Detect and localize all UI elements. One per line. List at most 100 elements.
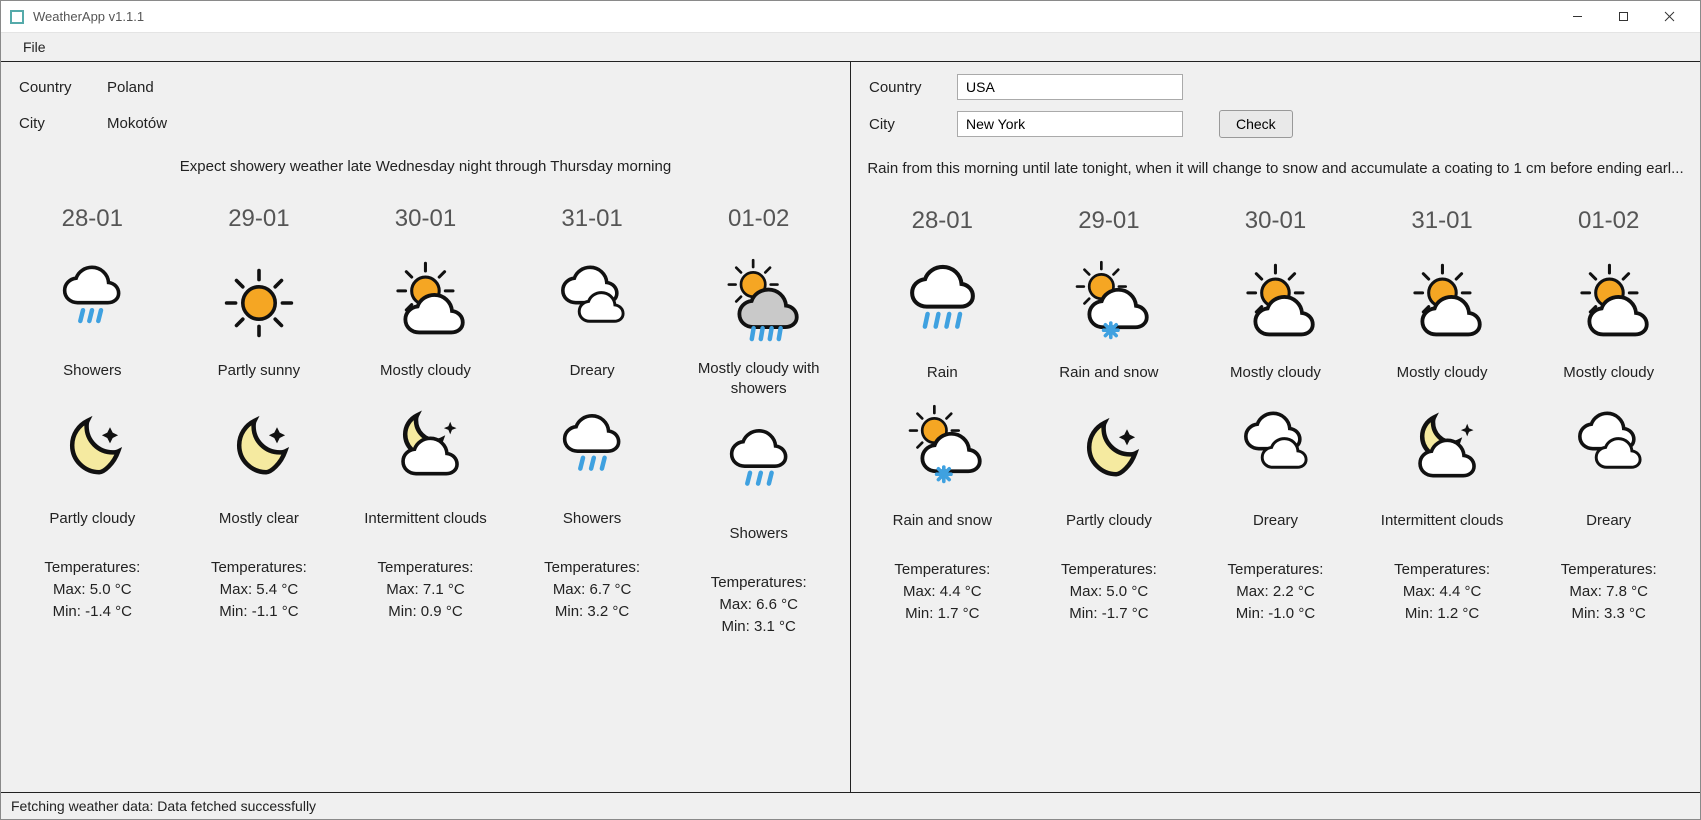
temp-min: Min: 1.2 °C <box>1394 603 1490 625</box>
moon-cloud-icon <box>380 397 470 497</box>
temps-heading: Temperatures: <box>711 572 807 594</box>
left-city-label: City <box>19 115 107 132</box>
temperatures: Temperatures:Max: 2.2 °CMin: -1.0 °C <box>1228 559 1324 624</box>
date-label: 29-01 <box>1078 207 1139 235</box>
temperatures: Temperatures:Max: 6.7 °CMin: 3.2 °C <box>544 557 640 622</box>
temps-heading: Temperatures: <box>44 557 140 579</box>
left-day-3: 31-01 Dreary Showers Temperatures:Max: 6.7 … <box>517 205 667 782</box>
partly-cloudy-icon <box>380 253 470 353</box>
temperatures: Temperatures:Max: 4.4 °CMin: 1.2 °C <box>1394 559 1490 624</box>
temperatures: Temperatures:Max: 5.4 °CMin: -1.1 °C <box>211 557 307 622</box>
temps-heading: Temperatures: <box>544 557 640 579</box>
temperatures: Temperatures:Max: 7.1 °CMin: 0.9 °C <box>378 557 474 622</box>
temps-heading: Temperatures: <box>1561 559 1657 581</box>
sun-cloud-snow-icon <box>1064 255 1154 355</box>
right-summary: Rain from this morning until late tonigh… <box>851 156 1700 187</box>
night-condition: Dreary <box>1251 499 1300 541</box>
menubar: File <box>1 33 1700 61</box>
night-condition: Intermittent clouds <box>1379 499 1506 541</box>
left-day-2: 30-01 Mostly cloudy Intermittent clouds Tem… <box>350 205 500 782</box>
temp-min: Min: -1.1 °C <box>211 601 307 623</box>
temperatures: Temperatures:Max: 7.8 °CMin: 3.3 °C <box>1561 559 1657 624</box>
temp-max: Max: 4.4 °C <box>894 581 990 603</box>
moon-clear-icon <box>1064 399 1154 499</box>
temperatures: Temperatures:Max: 5.0 °CMin: -1.7 °C <box>1061 559 1157 624</box>
left-day-0: 28-01ShowersPartly cloudyTemperatures:Ma… <box>17 205 167 782</box>
app-icon <box>9 9 25 25</box>
temp-min: Min: 3.1 °C <box>711 616 807 638</box>
temps-heading: Temperatures: <box>211 557 307 579</box>
day-condition: Mostly cloudy with showers <box>684 353 834 412</box>
date-label: 01-02 <box>728 205 789 233</box>
rain-icon <box>897 255 987 355</box>
day-condition: Rain <box>925 355 960 399</box>
right-panel: Country City Check Rain from this mornin… <box>851 62 1700 792</box>
date-label: 28-01 <box>62 205 123 233</box>
left-city-value: Mokotów <box>107 115 167 132</box>
partly-cloudy-icon <box>1397 255 1487 355</box>
temp-max: Max: 2.2 °C <box>1228 581 1324 603</box>
right-city-label: City <box>869 116 957 133</box>
day-condition: Showers <box>61 353 123 397</box>
date-label: 01-02 <box>1578 207 1639 235</box>
partly-showers-icon <box>714 253 804 353</box>
temp-min: Min: 0.9 °C <box>378 601 474 623</box>
night-condition: Intermittent clouds <box>362 497 489 539</box>
cloud-rain-icon <box>547 397 637 497</box>
menu-file[interactable]: File <box>13 35 56 59</box>
partly-cloudy-icon <box>1564 255 1654 355</box>
statusbar: Fetching weather data: Data fetched succ… <box>1 793 1700 819</box>
night-condition: Partly cloudy <box>1064 499 1154 541</box>
temp-max: Max: 7.8 °C <box>1561 581 1657 603</box>
right-day-2: 30-01 Mostly cloudy Dreary Temperatures:Max… <box>1200 207 1350 782</box>
right-day-4: 01-02Mostly cloudyDrearyTemperatures:Max… <box>1534 207 1684 782</box>
date-label: 31-01 <box>1411 207 1472 235</box>
dreary-icon <box>1230 399 1320 499</box>
left-country-label: Country <box>19 79 107 96</box>
day-condition: Rain and snow <box>1057 355 1160 399</box>
moon-clear-icon <box>214 397 304 497</box>
temp-max: Max: 6.6 °C <box>711 594 807 616</box>
night-condition: Rain and snow <box>891 499 994 541</box>
night-condition: Mostly clear <box>217 497 301 539</box>
showers-icon <box>47 253 137 353</box>
night-condition: Dreary <box>1584 499 1633 541</box>
day-condition: Mostly cloudy <box>378 353 473 397</box>
sunny-icon <box>214 253 304 353</box>
country-input[interactable] <box>957 74 1183 100</box>
date-label: 31-01 <box>561 205 622 233</box>
left-summary: Expect showery weather late Wednesday ni… <box>1 154 850 185</box>
left-day-1: 29-01 Partly sunny Mostly clear Temperature… <box>184 205 334 782</box>
temp-max: Max: 5.0 °C <box>1061 581 1157 603</box>
temps-heading: Temperatures: <box>1394 559 1490 581</box>
temp-min: Min: -1.7 °C <box>1061 603 1157 625</box>
day-condition: Dreary <box>568 353 617 397</box>
window-title: WeatherApp v1.1.1 <box>33 9 1554 24</box>
titlebar: WeatherApp v1.1.1 <box>1 1 1700 33</box>
temp-min: Min: -1.0 °C <box>1228 603 1324 625</box>
sun-cloud-snow-icon <box>897 399 987 499</box>
day-condition: Partly sunny <box>216 353 303 397</box>
date-label: 29-01 <box>228 205 289 233</box>
city-input[interactable] <box>957 111 1183 137</box>
temp-min: Min: 3.3 °C <box>1561 603 1657 625</box>
night-condition: Showers <box>561 497 623 539</box>
check-button[interactable]: Check <box>1219 110 1293 138</box>
date-label: 28-01 <box>912 207 973 235</box>
date-label: 30-01 <box>1245 207 1306 235</box>
temp-min: Min: 3.2 °C <box>544 601 640 623</box>
right-day-1: 29-01 Rain and snow Partly cloudy Temperatu… <box>1034 207 1184 782</box>
left-panel: Country Poland City Mokotów Expect showe… <box>1 62 851 792</box>
status-text: Fetching weather data: Data fetched succ… <box>11 798 316 814</box>
temperatures: Temperatures:Max: 5.0 °CMin: -1.4 °C <box>44 557 140 622</box>
right-day-0: 28-01RainRain and snowTemperatures:Max: … <box>867 207 1017 782</box>
partly-cloudy-icon <box>1230 255 1320 355</box>
temp-max: Max: 4.4 °C <box>1394 581 1490 603</box>
minimize-button[interactable] <box>1554 2 1600 32</box>
temps-heading: Temperatures: <box>1228 559 1324 581</box>
day-condition: Mostly cloudy <box>1228 355 1323 399</box>
date-label: 30-01 <box>395 205 456 233</box>
maximize-button[interactable] <box>1600 2 1646 32</box>
close-button[interactable] <box>1646 2 1692 32</box>
day-condition: Mostly cloudy <box>1395 355 1490 399</box>
